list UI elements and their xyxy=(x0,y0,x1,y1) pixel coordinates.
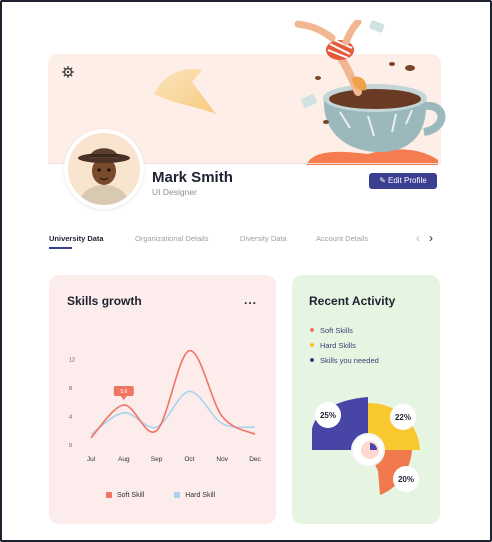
activity-pie-chart: 25% 22% 20% xyxy=(312,397,420,495)
profile-tabs: University Data Organizational Details D… xyxy=(49,230,442,252)
percent-label: 25% xyxy=(320,411,336,420)
percent-label: 22% xyxy=(395,413,411,422)
tab-university-data[interactable]: University Data xyxy=(49,234,104,243)
chart-annotation-tooltip: 5.6 xyxy=(113,386,134,400)
user-role: UI Designer xyxy=(152,187,197,197)
recent-activity-card: Recent Activity Soft Skills Hard Skills … xyxy=(292,275,440,524)
app-frame: Mark Smith UI Designer ✎ Edit Profile Uni… xyxy=(0,0,492,542)
x-tick-label: Oct xyxy=(184,456,194,463)
hard-skill-line xyxy=(90,390,256,435)
chart-legend: Soft Skill Hard Skill xyxy=(106,492,215,499)
avatar xyxy=(64,129,144,209)
y-tick-label: 4 xyxy=(69,414,72,420)
tab-diversity-data[interactable]: Diversity Data xyxy=(240,234,287,243)
edit-profile-button[interactable]: ✎ Edit Profile xyxy=(369,173,437,189)
x-tick-label: Sep xyxy=(151,456,163,463)
pencil-icon: ✎ xyxy=(379,176,386,185)
x-tick-label: Nov xyxy=(216,456,228,463)
legend-soft-skill: Soft Skill xyxy=(106,492,144,499)
skills-growth-card: Skills growth ... 0 4 8 12 Jul Aug Sep Oct Nov De… xyxy=(49,275,276,524)
tab-organizational-details[interactable]: Organizational Details xyxy=(135,234,208,243)
cup-illustration xyxy=(294,20,446,165)
y-tick-label: 12 xyxy=(69,357,75,363)
annotation-label: 5.6 xyxy=(120,389,127,395)
gear-icon[interactable] xyxy=(61,66,75,80)
tab-account-details[interactable]: Account Details xyxy=(316,234,368,243)
legend-soft-label: Soft Skill xyxy=(117,492,145,499)
x-tick-label: Jul xyxy=(87,456,96,463)
decorative-sun-shape xyxy=(154,69,216,114)
x-tick-label: Dec xyxy=(249,456,261,463)
y-tick-label: 0 xyxy=(69,443,72,449)
chevron-right-icon[interactable]: › xyxy=(429,231,433,245)
y-tick-label: 8 xyxy=(69,386,72,392)
chevron-left-icon[interactable]: ‹ xyxy=(416,231,420,245)
legend-hard-dot xyxy=(174,492,181,498)
legend-hard-label: Hard Skill xyxy=(185,492,216,499)
x-tick-label: Aug xyxy=(118,456,130,463)
skills-line-chart: 0 4 8 12 Jul Aug Sep Oct Nov Dec 5.6 xyxy=(69,349,262,463)
active-tab-indicator xyxy=(49,247,72,249)
legend-hard-skill: Hard Skill xyxy=(174,492,215,499)
annotation-pointer xyxy=(120,396,127,400)
legend-soft-dot xyxy=(106,492,112,498)
percent-label: 20% xyxy=(398,475,414,484)
edit-profile-label: Edit Profile xyxy=(388,176,427,185)
user-name: Mark Smith xyxy=(152,169,233,186)
